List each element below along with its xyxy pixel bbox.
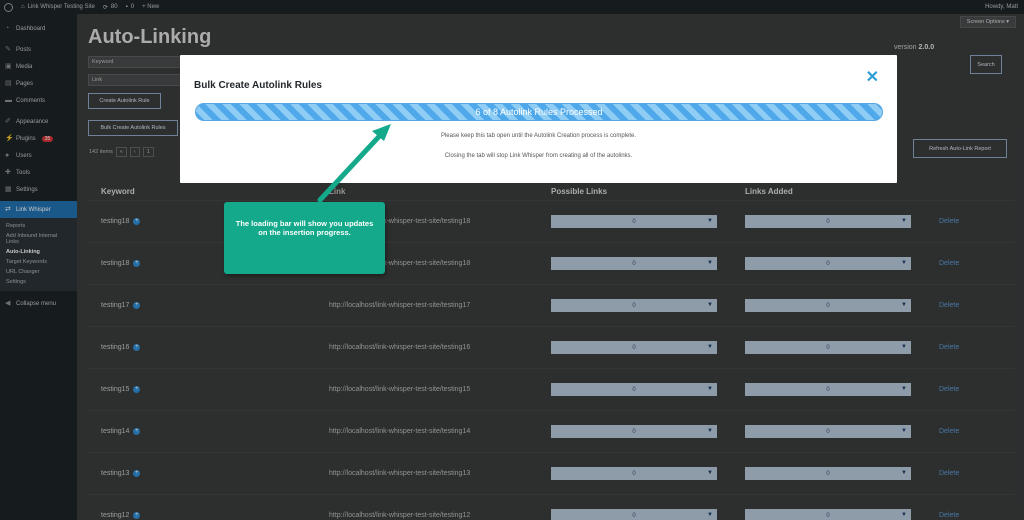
modal-note-closing: Closing the tab will stop Link Whisper f… — [444, 153, 633, 159]
progress-bar: 6 of 8 Autolink Rules Processed — [195, 103, 883, 121]
bulk-create-modal: Bulk Create Autolink Rules ✕ 6 of 8 Auto… — [180, 55, 897, 183]
modal-note-keep-open: Please keep this tab open until the Auto… — [440, 133, 637, 139]
modal-title: Bulk Create Autolink Rules — [194, 80, 322, 91]
tutorial-callout: The loading bar will show you updates on… — [224, 202, 385, 274]
close-icon[interactable]: ✕ — [866, 67, 879, 87]
progress-label: 6 of 8 Autolink Rules Processed — [475, 107, 603, 117]
